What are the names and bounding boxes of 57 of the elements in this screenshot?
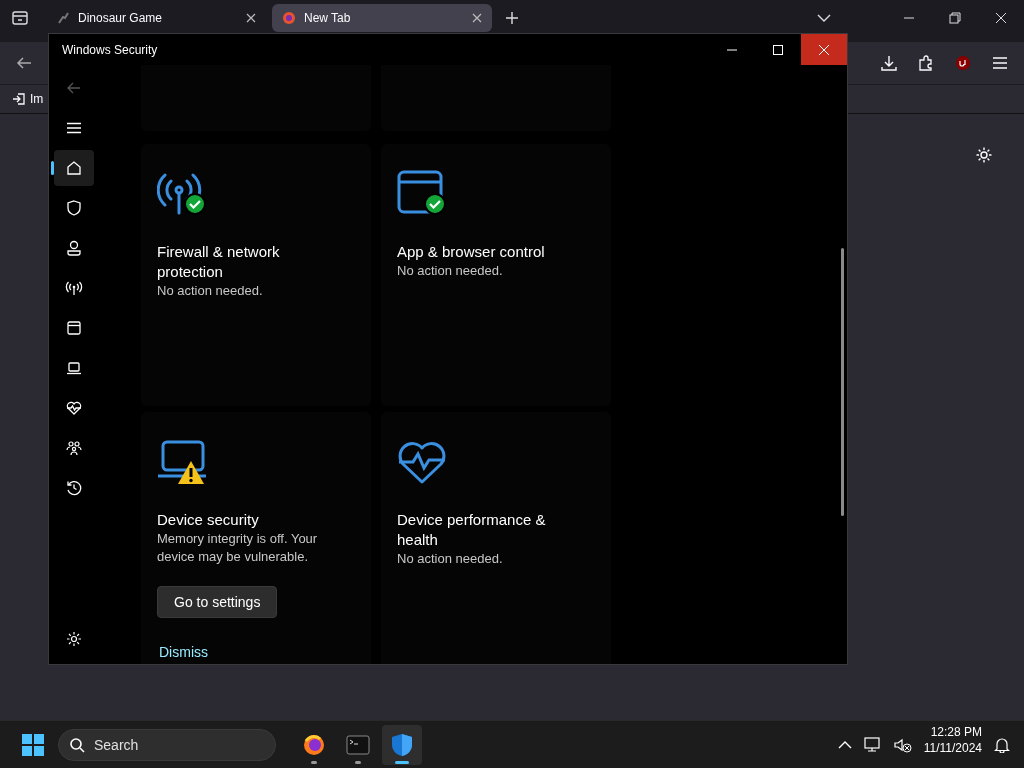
antenna-icon bbox=[65, 279, 83, 297]
chevron-icon bbox=[817, 13, 831, 23]
gear-icon bbox=[975, 146, 993, 164]
history-icon bbox=[65, 479, 83, 497]
bookmark-link[interactable]: Im bbox=[12, 92, 44, 106]
close-icon bbox=[472, 13, 482, 23]
maximize-icon bbox=[772, 43, 784, 56]
card-status: No action needed. bbox=[397, 262, 504, 280]
firefox-icon bbox=[302, 732, 326, 757]
plus-icon bbox=[505, 11, 519, 25]
speaker-muted-icon bbox=[893, 736, 912, 753]
chevron-icon bbox=[837, 739, 852, 750]
nav-item[interactable] bbox=[54, 150, 94, 186]
menu-icon bbox=[991, 56, 1008, 70]
clock-button[interactable]: 12:28 PM 11/11/2024 bbox=[917, 724, 988, 765]
close-icon bbox=[246, 13, 256, 23]
back-arrow-icon bbox=[16, 56, 32, 70]
download-icon bbox=[880, 55, 897, 71]
search-field[interactable]: Search bbox=[58, 728, 276, 761]
card-title: Firewall & network protection bbox=[157, 242, 281, 282]
window-title: Windows Security bbox=[61, 42, 159, 57]
terminal-icon bbox=[346, 732, 370, 757]
tab-panel-icon bbox=[11, 9, 29, 27]
browser-tab[interactable]: Dinosaur Game bbox=[46, 4, 266, 32]
check-badge-icon bbox=[424, 193, 446, 215]
restore-icon bbox=[949, 12, 961, 24]
menu-icon bbox=[66, 122, 82, 134]
family-icon bbox=[65, 439, 83, 457]
firefox-icon bbox=[282, 11, 296, 25]
windows-logo-icon bbox=[21, 732, 45, 757]
search-icon bbox=[69, 736, 85, 753]
card-status: Memory integrity is off. Your device may be vulnerable. bbox=[157, 530, 319, 566]
settings-button[interactable]: Go to settings bbox=[157, 586, 278, 618]
card-status: No action needed. bbox=[157, 282, 264, 300]
taskbar-app[interactable] bbox=[382, 724, 422, 765]
dismiss-link[interactable]: Dismiss bbox=[159, 644, 208, 660]
close-icon bbox=[995, 12, 1007, 24]
import-icon bbox=[12, 92, 26, 106]
card-status: No action needed. bbox=[397, 550, 504, 568]
card-title: Device performance & health bbox=[397, 510, 547, 550]
browser-tab[interactable]: New Tab bbox=[272, 4, 492, 32]
monitor-icon bbox=[863, 736, 882, 753]
check-badge-icon bbox=[184, 193, 206, 215]
laptop-icon bbox=[65, 359, 83, 377]
heart-pulse-icon bbox=[65, 399, 83, 417]
gear-icon bbox=[66, 631, 82, 647]
window-icon bbox=[65, 319, 83, 337]
warning-icon bbox=[177, 460, 205, 485]
bell-icon bbox=[994, 736, 1010, 753]
back-arrow-icon bbox=[67, 82, 81, 94]
settings-button[interactable] bbox=[974, 145, 994, 165]
person-icon bbox=[65, 239, 83, 257]
card-title: Device security bbox=[157, 510, 260, 530]
puzzle-icon bbox=[917, 55, 934, 71]
close-icon bbox=[818, 43, 830, 56]
card-title: App & browser control bbox=[397, 242, 546, 262]
home-icon bbox=[65, 159, 83, 177]
